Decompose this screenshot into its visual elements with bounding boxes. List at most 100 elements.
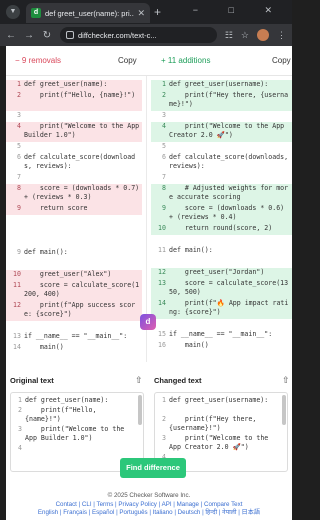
editor-line: 2 print(f"Hello, {name}!"): [11, 406, 143, 425]
editor-line: 3 print("Welcome to the App Creator 2.0 …: [155, 434, 287, 453]
code-line: score = calculate_score(1200, 400): [24, 281, 140, 298]
left-diff-row: 13 if __name__ == "__main__":: [6, 332, 142, 343]
line-number: 13: [13, 332, 21, 340]
address-bar: ← → ↻ diffchecker.com/text-c... ☷ ☆ ⋮: [0, 24, 292, 46]
line-number: 9: [17, 204, 21, 212]
line-number: 3: [18, 425, 22, 433]
line-number: 11: [13, 281, 21, 289]
window-controls[interactable]: − □ ✕: [193, 5, 286, 16]
line-number: 2: [162, 415, 166, 423]
right-diff-row: 11 def main():: [151, 246, 292, 257]
bookmark-star-icon[interactable]: ☆: [241, 30, 249, 41]
line-number: 2: [17, 91, 21, 99]
line-number: 3: [17, 111, 21, 119]
line-number: 10: [13, 270, 21, 278]
find-difference-button[interactable]: Find difference: [120, 458, 186, 478]
right-diff-row: 9 score = (downloads * 0.6) + (reviews *…: [151, 204, 292, 224]
tab-title: def greet_user(name): pri...: [45, 8, 135, 18]
footer-copyright: © 2025 Checker Software Inc.: [107, 492, 191, 499]
browser-tabbar: ▼ d def greet_user(name): pri... ✕ + − □…: [0, 0, 292, 24]
left-diff-row: [6, 321, 142, 332]
right-diff-row: 4 print("Welcome to the App Creator 2.0 …: [151, 122, 292, 142]
right-diff-row: 6 def calculate_score(downloads, reviews)…: [151, 153, 292, 173]
right-diff-row: 8 # Adjusted weights for more accurate s…: [151, 184, 292, 204]
code-line: print("Welcome to the App Builder 1.0"): [24, 122, 144, 139]
left-diff-row: 14 main(): [6, 343, 142, 354]
right-diff-row: 3: [151, 111, 292, 122]
code-line: greet_user("Jordan"): [169, 268, 265, 276]
right-diff-row: [151, 257, 292, 268]
code-line: def calculate_score(downloads, reviews):: [169, 153, 292, 170]
right-diff-row: 15 if __name__ == "__main__":: [151, 330, 292, 341]
left-diff-row: 9 return score: [6, 204, 142, 215]
line-number: 6: [162, 153, 166, 161]
code-line: print(f"Hello, {name}!"): [25, 406, 101, 423]
upload-changed-icon[interactable]: ⇧: [282, 375, 290, 386]
line-number: 12: [13, 301, 21, 309]
line-number: 2: [18, 406, 22, 414]
upload-original-icon[interactable]: ⇧: [135, 375, 143, 386]
profile-avatar[interactable]: [257, 29, 269, 41]
tab-close-icon[interactable]: ✕: [137, 8, 145, 19]
line-number: 7: [162, 173, 166, 181]
right-diff-row: 7: [151, 173, 292, 184]
code-line: def greet_user(username):: [169, 80, 269, 88]
line-number: 9: [17, 248, 21, 256]
site-info-icon[interactable]: [66, 31, 74, 39]
browser-menu-icon[interactable]: ⋮: [277, 30, 286, 41]
copy-right-button[interactable]: Copy: [272, 56, 291, 65]
line-number: 4: [18, 444, 22, 452]
footer-languages[interactable]: English | Français | Español | Português…: [6, 509, 292, 518]
new-tab-icon[interactable]: +: [154, 5, 161, 19]
right-diff-row: 14 print(f"🔥 App impact rating: {score}"…: [151, 299, 292, 319]
code-line: print(f"Hey there, {username}!"): [169, 415, 261, 432]
left-diff-row: [6, 259, 142, 270]
code-line: def greet_user(name):: [25, 396, 109, 404]
left-diff-row: 3: [6, 111, 142, 122]
code-line: if __name__ == "__main__":: [169, 330, 273, 338]
editor-line: 1 def greet_user(username):: [155, 396, 287, 415]
code-line: # Adjusted weights for more accurate sco…: [169, 184, 289, 201]
reload-icon[interactable]: ↻: [42, 30, 52, 41]
line-number: 8: [162, 184, 166, 192]
left-diff-row: [6, 237, 142, 248]
line-number: 1: [17, 80, 21, 88]
line-number: 4: [17, 122, 21, 130]
line-number: 12: [158, 268, 166, 276]
code-line: print(f"🔥 App impact rating: {score}"): [169, 299, 289, 316]
code-line: main(): [169, 341, 209, 349]
right-diff-row: 12 greet_user("Jordan"): [151, 268, 292, 279]
left-diff-row: [6, 215, 142, 226]
editor-line: 1 def greet_user(name):: [11, 396, 143, 406]
code-line: print("Welcome to the App Builder 1.0"): [25, 425, 129, 442]
line-number: 10: [158, 224, 166, 232]
back-icon[interactable]: ←: [6, 30, 16, 41]
forward-icon[interactable]: →: [24, 30, 34, 41]
changed-text-label: Changed text: [154, 376, 202, 385]
editor-line: 2 print(f"Hey there, {username}!"): [155, 415, 287, 434]
url-text: diffchecker.com/text-c...: [78, 30, 157, 40]
browser-tab[interactable]: d def greet_user(name): pri... ✕: [26, 3, 150, 23]
right-diff-row: [151, 235, 292, 246]
tab-search-icon[interactable]: ▼: [6, 5, 20, 19]
left-diff-row: 1 def greet_user(name):: [6, 80, 142, 91]
code-line: return round(score, 2): [169, 224, 273, 232]
right-diff-row: 13 score = calculate_score(1350, 500): [151, 279, 292, 299]
code-line: def greet_user(name):: [24, 80, 108, 88]
left-diff-row: 9 def main():: [6, 248, 142, 259]
footer-links[interactable]: Contact | CLI | Terms | Privacy Policy |…: [6, 501, 292, 510]
line-number: 1: [162, 80, 166, 88]
right-diff-row: 1 def greet_user(username):: [151, 80, 292, 91]
left-diff-row: 10 greet_user("Alex"): [6, 270, 142, 281]
original-text-label: Original text: [10, 376, 54, 385]
diff-header: − 9 removals Copy + 11 additions Copy: [6, 46, 292, 76]
url-field[interactable]: diffchecker.com/text-c...: [60, 27, 217, 43]
right-diff-row: 5: [151, 142, 292, 153]
line-number: 3: [162, 434, 166, 442]
extensions-icon[interactable]: ☷: [225, 30, 233, 41]
code-line: def calculate_score(downloads, reviews):: [24, 153, 136, 170]
left-diff-row: 7: [6, 173, 142, 184]
code-line: print(f"Hello, {name}!"): [24, 91, 136, 99]
floating-extension-icon[interactable]: d: [140, 314, 156, 330]
copy-left-button[interactable]: Copy: [118, 56, 137, 65]
